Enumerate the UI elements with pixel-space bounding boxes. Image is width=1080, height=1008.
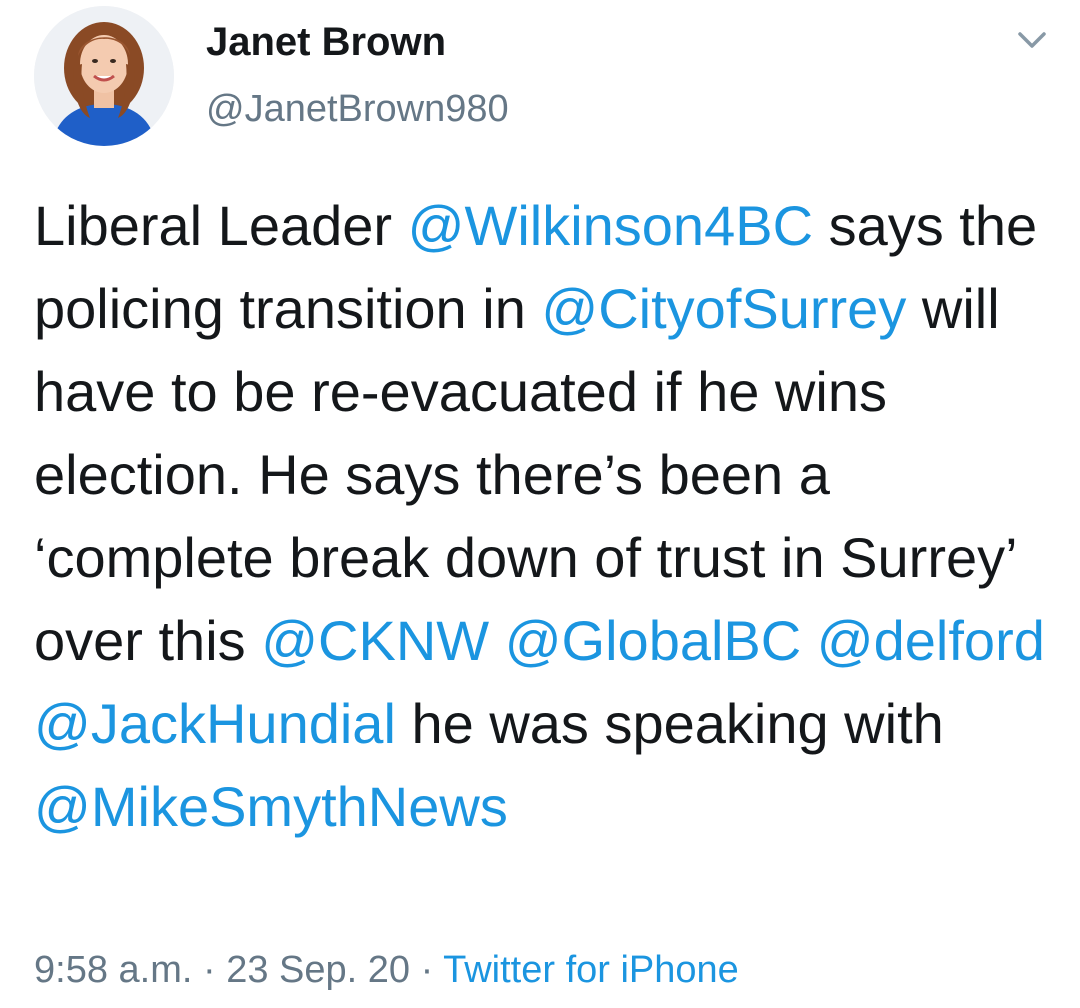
tweet-source-link[interactable]: Twitter for iPhone <box>443 949 739 991</box>
profile-photo <box>34 6 174 146</box>
chevron-down-icon[interactable] <box>1012 24 1052 56</box>
mention-link[interactable]: @Wilkinson4BC <box>408 194 813 257</box>
mention-link[interactable]: @JackHundial <box>34 692 396 755</box>
tweet-text-segment <box>489 609 505 672</box>
user-handle[interactable]: @JanetBrown980 <box>206 86 509 132</box>
tweet-time[interactable]: 9:58 a.m. <box>34 949 192 991</box>
display-name[interactable]: Janet Brown <box>206 18 446 66</box>
mention-link[interactable]: @delford <box>817 609 1045 672</box>
mention-link[interactable]: @MikeSmythNews <box>34 775 508 838</box>
meta-separator: · <box>192 949 227 991</box>
tweet-card: Janet Brown @JanetBrown980 Liberal Leade… <box>0 0 1080 1008</box>
avatar[interactable] <box>34 6 174 146</box>
tweet-text-segment <box>801 609 817 672</box>
mention-link[interactable]: @CityofSurrey <box>541 277 906 340</box>
tweet-text-segment: Liberal Leader <box>34 194 408 257</box>
mention-link[interactable]: @GlobalBC <box>505 609 802 672</box>
tweet-date[interactable]: 23 Sep. 20 <box>226 949 410 991</box>
tweet-text: Liberal Leader @Wilkinson4BC says the po… <box>34 184 1054 848</box>
tweet-text-segment: he was speaking with <box>395 692 944 755</box>
meta-separator: · <box>410 949 444 991</box>
tweet-meta: 9:58 a.m. · 23 Sep. 20 · Twitter for iPh… <box>34 946 739 994</box>
mention-link[interactable]: @CKNW <box>261 609 489 672</box>
